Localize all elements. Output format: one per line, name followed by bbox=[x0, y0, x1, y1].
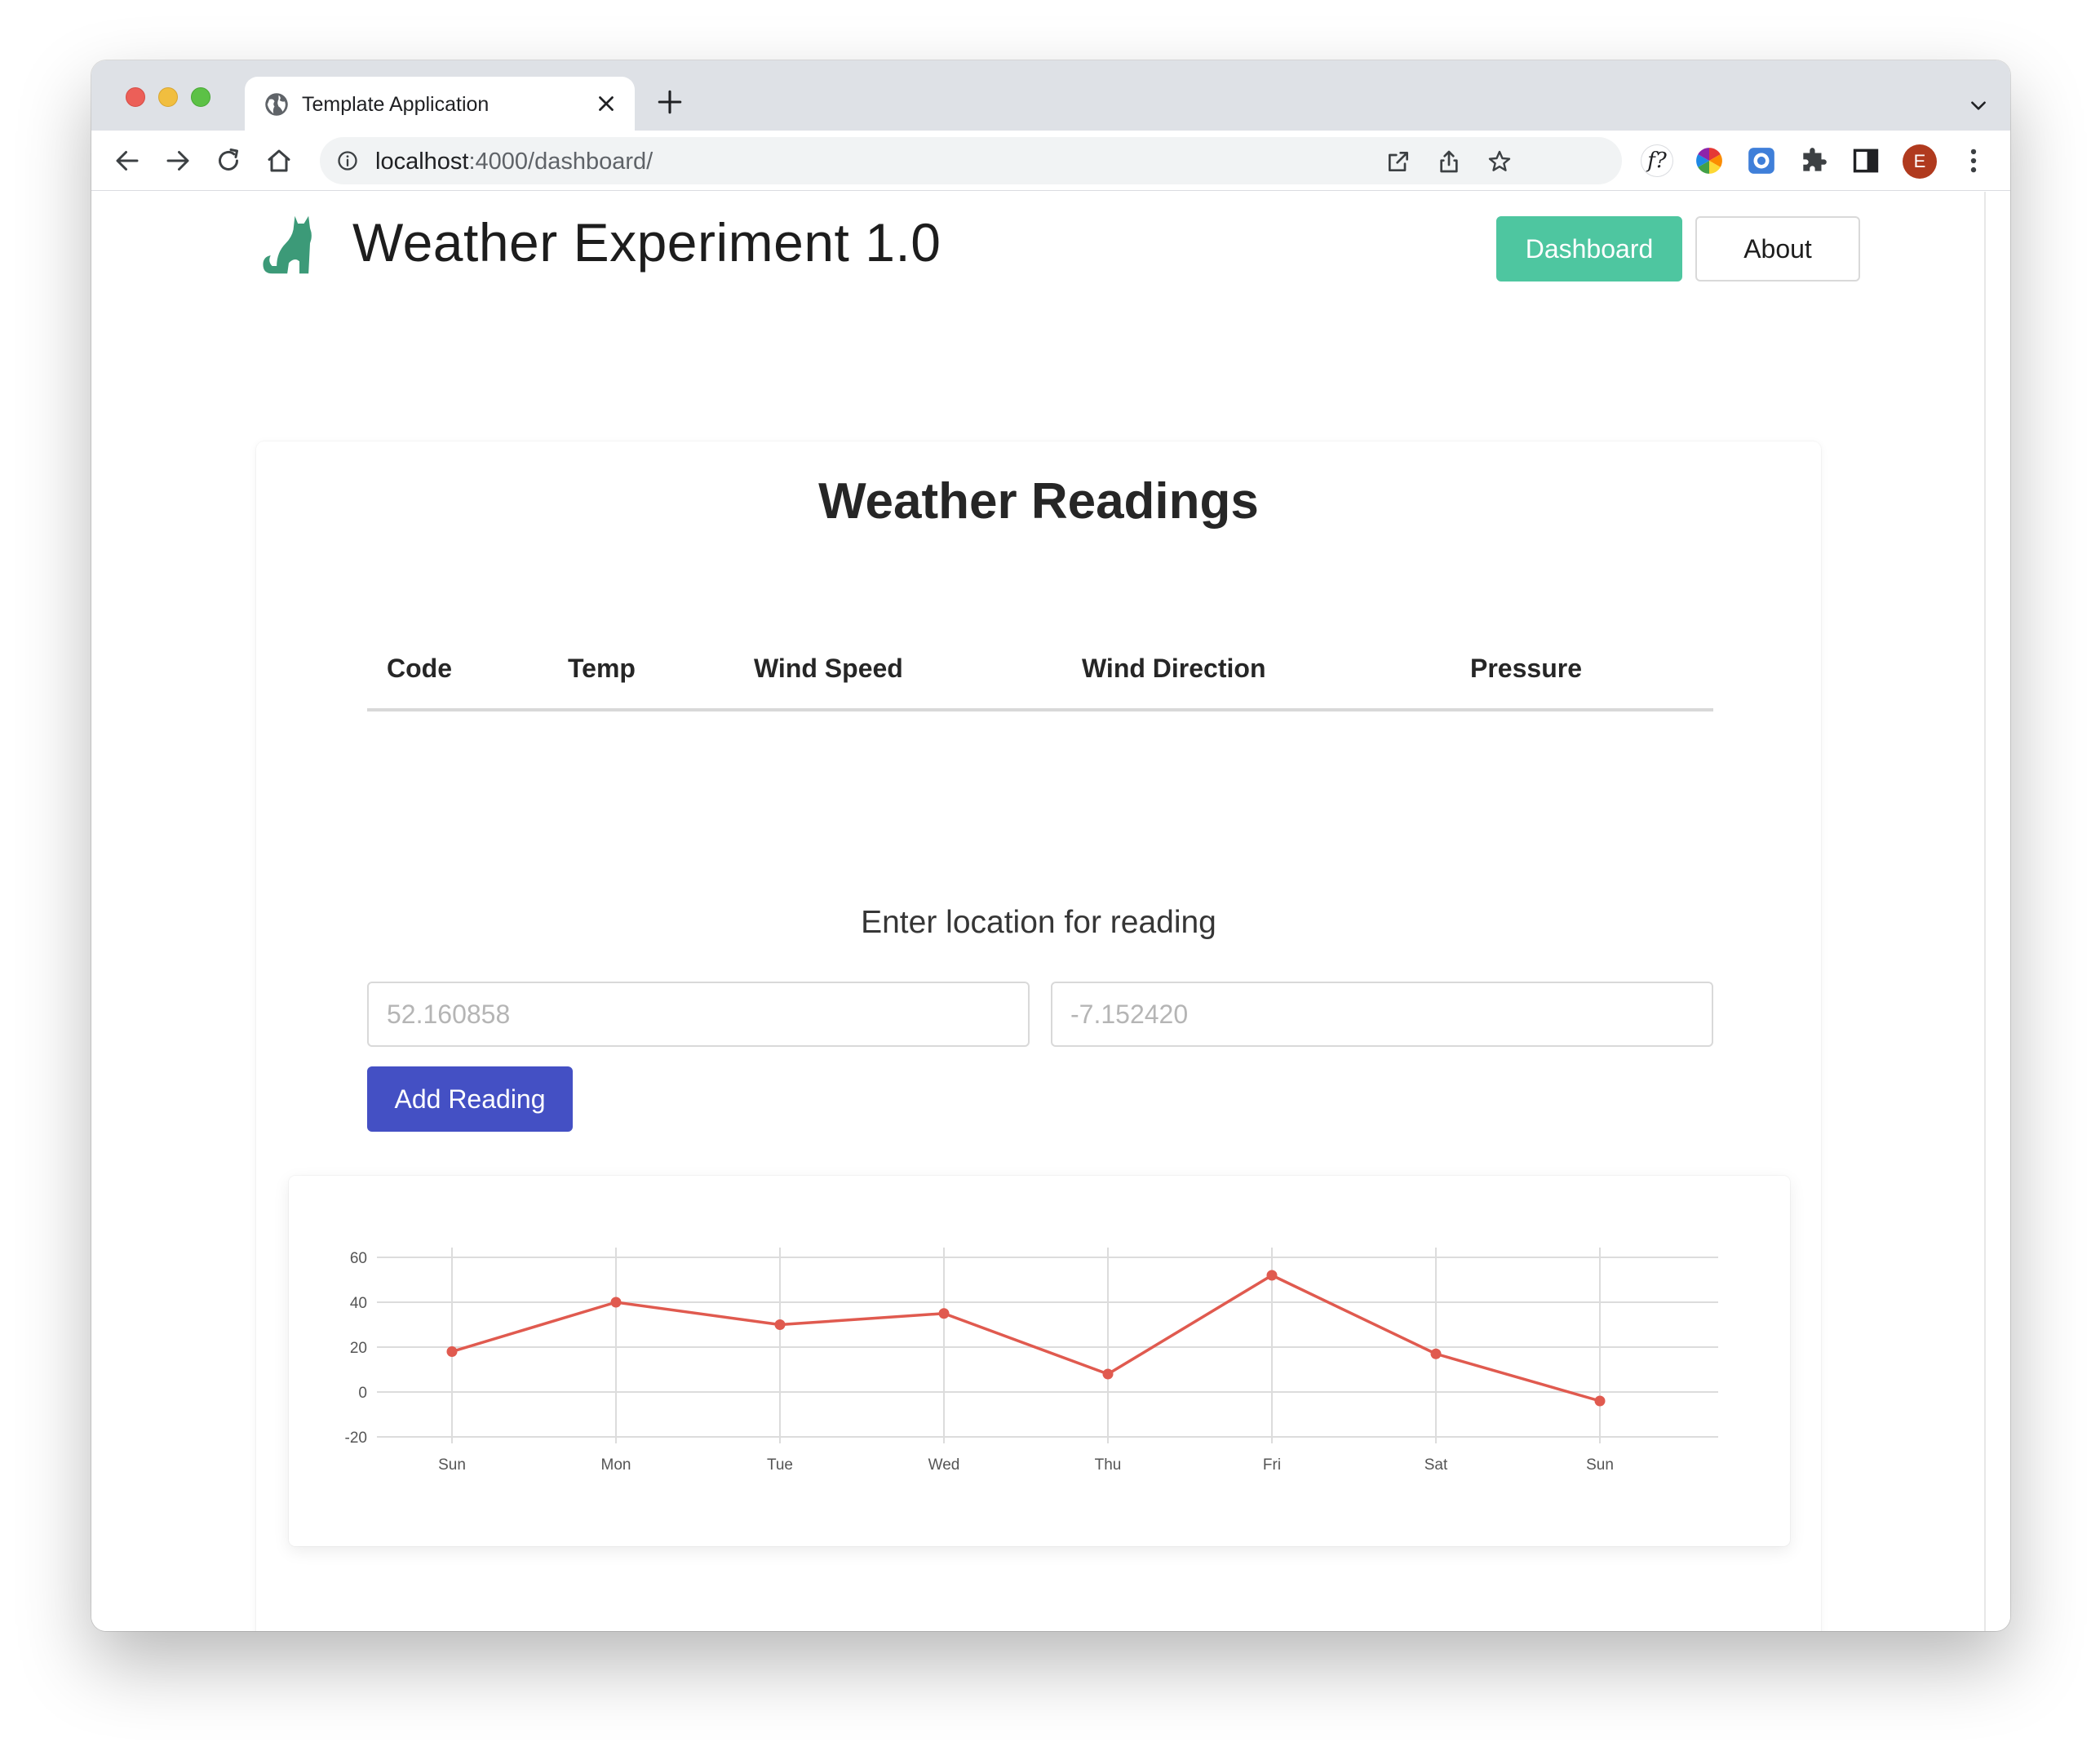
x-tick-label: Mon bbox=[601, 1456, 631, 1474]
column-header-wind-speed: Wind Speed bbox=[754, 654, 903, 683]
y-tick-label: 20 bbox=[350, 1340, 367, 1357]
add-reading-button[interactable]: Add Reading bbox=[367, 1066, 573, 1132]
site-title: Weather Experiment 1.0 bbox=[352, 212, 941, 273]
y-tick-label: 60 bbox=[350, 1250, 367, 1267]
more-menu-icon[interactable] bbox=[1958, 145, 1989, 176]
data-point bbox=[1266, 1270, 1278, 1281]
forward-icon[interactable] bbox=[163, 146, 193, 175]
formula-extension-icon[interactable]: f? bbox=[1641, 145, 1672, 176]
readings-card: Weather Readings Code Temp Wind Speed Wi… bbox=[256, 441, 1821, 1631]
globe-icon bbox=[265, 93, 288, 116]
x-tick-label: Sun bbox=[1586, 1456, 1614, 1474]
column-header-wind-direction: Wind Direction bbox=[1082, 654, 1266, 683]
open-external-icon[interactable] bbox=[1385, 149, 1411, 175]
browser-toolbar: localhost:4000/dashboard/ f? E bbox=[91, 131, 2010, 191]
longitude-input[interactable] bbox=[1051, 982, 1713, 1047]
x-tick-label: Thu bbox=[1095, 1456, 1122, 1474]
share-icon[interactable] bbox=[1436, 149, 1462, 175]
address-bar[interactable]: localhost:4000/dashboard/ bbox=[320, 137, 1622, 184]
url-text: localhost:4000/dashboard/ bbox=[375, 149, 653, 175]
data-point bbox=[1594, 1395, 1606, 1407]
column-header-temp: Temp bbox=[568, 654, 636, 683]
column-header-pressure: Pressure bbox=[1470, 654, 1582, 683]
dashboard-nav-button[interactable]: Dashboard bbox=[1496, 216, 1682, 281]
x-tick-label: Wed bbox=[928, 1456, 960, 1474]
x-tick-label: Sat bbox=[1424, 1456, 1448, 1474]
minimize-window-button[interactable] bbox=[158, 87, 178, 107]
cat-icon bbox=[263, 215, 312, 274]
data-point bbox=[1430, 1348, 1442, 1359]
x-tick-label: Sun bbox=[438, 1456, 466, 1474]
info-icon[interactable] bbox=[336, 149, 359, 172]
home-icon[interactable] bbox=[264, 146, 294, 175]
table-header-divider bbox=[367, 708, 1713, 711]
scrollbar-track[interactable] bbox=[1984, 192, 1986, 1631]
bookmark-star-icon[interactable] bbox=[1486, 149, 1513, 175]
browser-window: Template Application localhost:4000/dash… bbox=[91, 60, 2010, 1631]
puzzle-icon[interactable] bbox=[1798, 145, 1829, 176]
url-host: localhost bbox=[375, 149, 469, 175]
tab-title: Template Application bbox=[302, 93, 490, 116]
location-label: Enter location for reading bbox=[861, 905, 1216, 940]
about-nav-button[interactable]: About bbox=[1695, 216, 1860, 281]
data-point bbox=[446, 1346, 458, 1357]
y-tick-label: 0 bbox=[358, 1385, 367, 1402]
y-tick-label: 40 bbox=[350, 1295, 367, 1312]
column-header-code: Code bbox=[387, 654, 452, 683]
line-chart: 60 40 20 0 -20 Sun Mon Tue Wed Thu Fri Sat Sun bbox=[345, 1248, 1718, 1474]
new-tab-icon[interactable] bbox=[656, 88, 684, 116]
page-viewport: Weather Experiment 1.0 Dashboard About W… bbox=[91, 192, 2010, 1631]
y-tick-label: -20 bbox=[345, 1430, 367, 1447]
close-window-button[interactable] bbox=[126, 87, 145, 107]
x-tick-label: Fri bbox=[1263, 1456, 1281, 1474]
tab-strip: Template Application bbox=[91, 60, 2010, 131]
zoom-window-button[interactable] bbox=[191, 87, 210, 107]
data-point bbox=[1102, 1368, 1114, 1380]
data-point bbox=[610, 1297, 622, 1308]
series-line bbox=[451, 1274, 1601, 1403]
reload-icon[interactable] bbox=[214, 146, 243, 175]
temperature-chart: 60 40 20 0 -20 Sun Mon Tue Wed Thu Fri Sat Sun bbox=[289, 1176, 1790, 1546]
close-icon[interactable] bbox=[594, 91, 618, 116]
back-icon[interactable] bbox=[113, 146, 142, 175]
data-point bbox=[774, 1319, 786, 1330]
side-panel-icon[interactable] bbox=[1850, 145, 1881, 176]
x-tick-label: Tue bbox=[767, 1456, 793, 1474]
chevron-down-icon[interactable] bbox=[1968, 95, 1989, 116]
data-point bbox=[938, 1308, 950, 1319]
color-wheel-icon[interactable] bbox=[1694, 145, 1725, 176]
page-title: Weather Readings bbox=[818, 473, 1259, 530]
extension-shield-icon[interactable] bbox=[1746, 145, 1777, 176]
profile-avatar[interactable]: E bbox=[1903, 144, 1937, 179]
browser-tab[interactable]: Template Application bbox=[245, 77, 635, 131]
latitude-input[interactable] bbox=[367, 982, 1030, 1047]
url-path: :4000/dashboard/ bbox=[468, 149, 653, 175]
